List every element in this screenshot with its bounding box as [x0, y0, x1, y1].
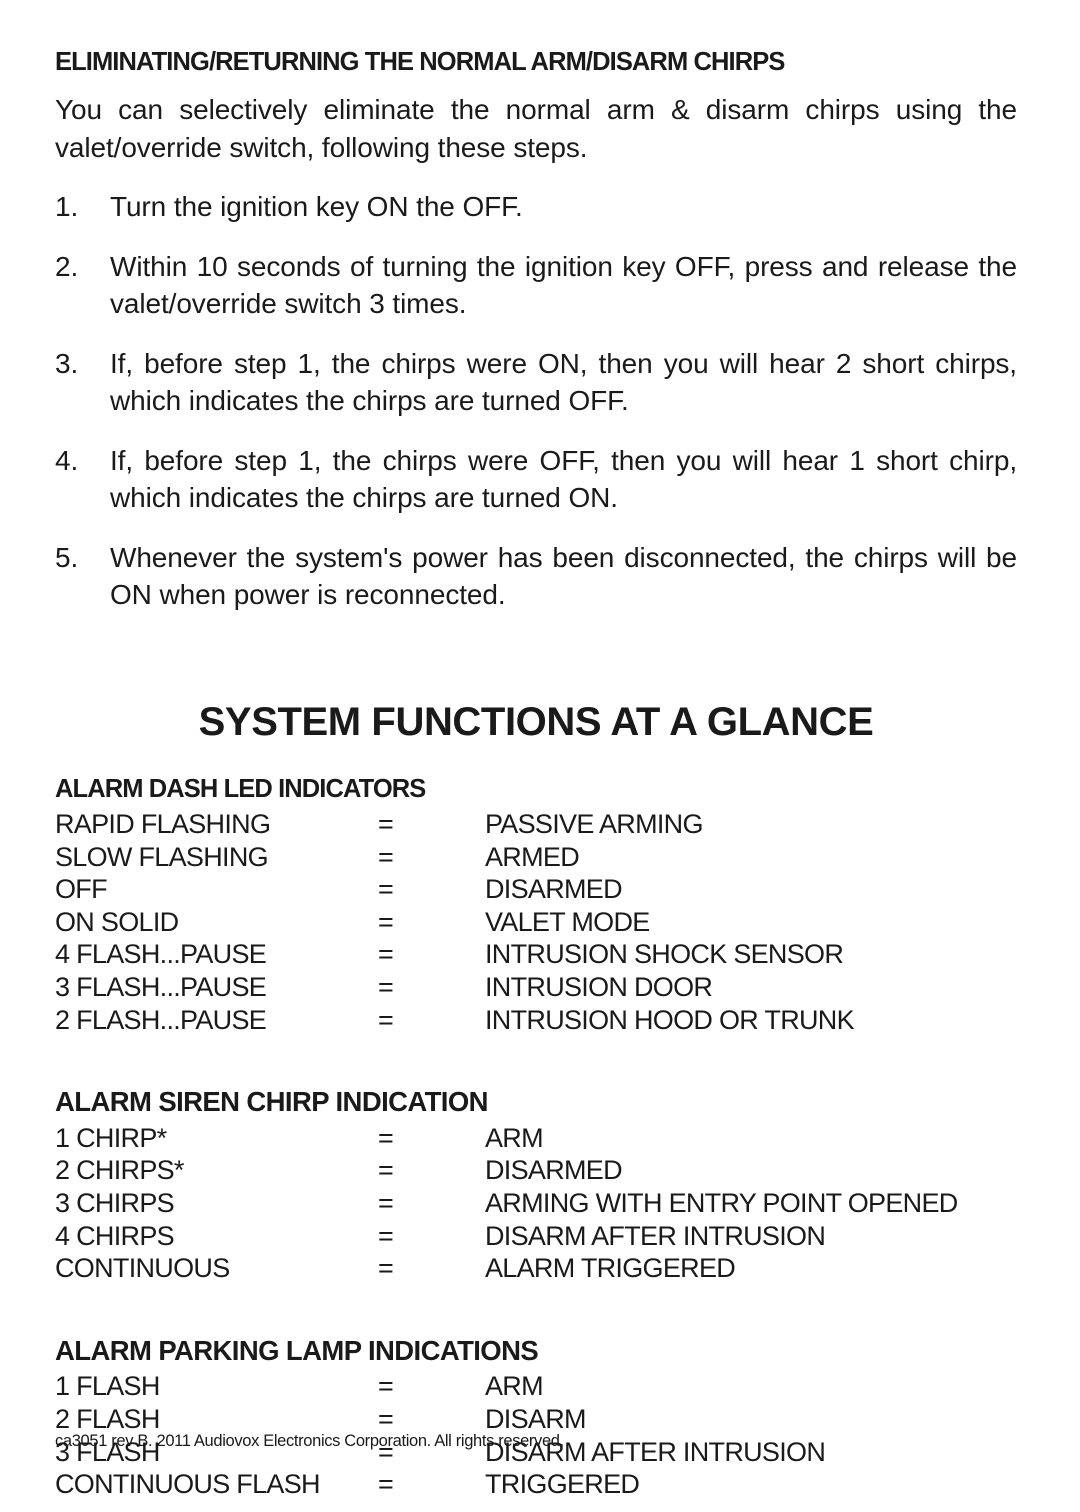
indicator-label: RAPID FLASHING	[55, 809, 271, 840]
table-alarm-parking-lamp-indications: ALARM PARKING LAMP INDICATIONS 1 FLASH =…	[55, 1285, 1017, 1501]
page-content: ELIMINATING/RETURNING THE NORMAL ARM/DIS…	[55, 0, 1017, 1501]
table-row: 2 FLASH...PAUSE = INTRUSION HOOD OR TRUN…	[55, 1004, 1017, 1037]
equals-sign: =	[378, 1122, 394, 1153]
indicator-label: 2 FLASH...PAUSE	[55, 1004, 267, 1035]
table-row: CONTINUOUS = ALARM TRIGGERED	[55, 1252, 1017, 1285]
list-item: 3. If, before step 1, the chirps were ON…	[55, 345, 1017, 420]
list-item: 5. Whenever the system's power has been …	[55, 539, 1017, 614]
table-row: SLOW FLASHING = ARMED	[55, 841, 1017, 874]
indicator-meaning: ALARM TRIGGERED	[485, 1253, 736, 1284]
indicator-meaning: ARMING WITH ENTRY POINT OPENED	[485, 1188, 958, 1218]
step-text: Whenever the system's power has been dis…	[110, 541, 1017, 611]
equals-sign: =	[378, 1188, 394, 1218]
indicator-meaning: DISARM	[485, 1404, 587, 1434]
indicator-meaning: PASSIVE ARMING	[485, 809, 703, 840]
table-row: 4 CHIRPS = DISARM AFTER INTRUSION	[55, 1220, 1017, 1253]
table-row: 3 FLASH...PAUSE = INTRUSION DOOR	[55, 971, 1017, 1004]
indicator-meaning: DISARM AFTER INTRUSION	[485, 1436, 826, 1467]
footer-copyright: ca3051 rev B. 2011 Audiovox Electronics …	[55, 1432, 564, 1450]
equals-sign: =	[378, 1004, 394, 1035]
equals-sign: =	[378, 1371, 394, 1402]
indicator-label: 1 FLASH	[55, 1371, 160, 1402]
table-heading: ALARM DASH LED INDICATORS	[55, 774, 426, 803]
step-text: If, before step 1, the chirps were ON, t…	[110, 347, 1017, 417]
equals-sign: =	[378, 1469, 394, 1500]
table-heading: ALARM SIREN CHIRP INDICATION	[55, 1086, 488, 1118]
equals-sign: =	[378, 841, 394, 872]
step-number: 4.	[55, 444, 79, 476]
indicator-meaning: DISARMED	[485, 874, 623, 905]
indicator-label: 4 CHIRPS	[55, 1220, 175, 1251]
indicator-label: 2 CHIRPS*	[55, 1155, 184, 1186]
step-number: 2.	[55, 250, 79, 282]
indicator-meaning: INTRUSION HOOD OR TRUNK	[485, 1004, 855, 1035]
table-row: ON SOLID = VALET MODE	[55, 906, 1017, 939]
indicator-meaning: ARM	[485, 1122, 544, 1153]
step-number: 5.	[55, 541, 79, 573]
list-item: 2. Within 10 seconds of turning the igni…	[55, 248, 1017, 323]
page-title-system-functions: SYSTEM FUNCTIONS AT A GLANCE	[198, 699, 874, 744]
indicator-meaning: VALET MODE	[485, 906, 650, 937]
indicator-meaning: ARMED	[485, 841, 580, 872]
table-row: CONTINUOUS FLASH = TRIGGERED	[55, 1468, 1017, 1501]
indicator-meaning: INTRUSION DOOR	[485, 972, 713, 1002]
indicator-label: 3 FLASH...PAUSE	[55, 972, 267, 1002]
table-row: RAPID FLASHING = PASSIVE ARMING	[55, 808, 1017, 841]
steps-list: 1. Turn the ignition key ON the OFF. 2. …	[55, 188, 1017, 614]
indicator-label: 1 CHIRP*	[55, 1122, 167, 1153]
step-number: 3.	[55, 347, 79, 379]
table-row: 1 FLASH = ARM	[55, 1370, 1017, 1403]
step-text: If, before step 1, the chirps were OFF, …	[110, 444, 1017, 514]
table-row: 2 CHIRPS* = DISARMED	[55, 1154, 1017, 1187]
indicator-meaning: DISARM AFTER INTRUSION	[485, 1220, 826, 1251]
indicator-meaning: DISARMED	[485, 1155, 623, 1186]
list-item: 1. Turn the ignition key ON the OFF.	[55, 188, 1017, 226]
equals-sign: =	[378, 1253, 394, 1284]
equals-sign: =	[378, 874, 394, 905]
section-heading-eliminating-chirps: ELIMINATING/RETURNING THE NORMAL ARM/DIS…	[55, 48, 785, 76]
table-row: 2 FLASH = DISARM	[55, 1403, 1017, 1436]
table-alarm-dash-led-indicators: ALARM DASH LED INDICATORS RAPID FLASHING…	[55, 744, 1017, 1036]
table-row: 3 CHIRPS = ARMING WITH ENTRY POINT OPENE…	[55, 1187, 1017, 1220]
equals-sign: =	[378, 972, 394, 1002]
equals-sign: =	[378, 1220, 394, 1251]
indicator-meaning: TRIGGERED	[485, 1469, 640, 1500]
document-page: ELIMINATING/RETURNING THE NORMAL ARM/DIS…	[0, 0, 1080, 1512]
table-row: 1 CHIRP* = ARM	[55, 1122, 1017, 1155]
table-alarm-siren-chirp-indication: ALARM SIREN CHIRP INDICATION 1 CHIRP* = …	[55, 1036, 1017, 1285]
indicator-label: 4 FLASH...PAUSE	[55, 939, 267, 970]
equals-sign: =	[378, 906, 394, 937]
indicator-label: 2 FLASH	[55, 1404, 160, 1434]
indicator-meaning: ARM	[485, 1371, 544, 1402]
table-heading: ALARM PARKING LAMP INDICATIONS	[55, 1334, 539, 1366]
list-item: 4. If, before step 1, the chirps were OF…	[55, 442, 1017, 517]
equals-sign: =	[378, 939, 394, 970]
indicator-label: CONTINUOUS	[55, 1253, 230, 1284]
step-text: Turn the ignition key ON the OFF.	[110, 191, 523, 223]
indicator-label: CONTINUOUS FLASH	[55, 1469, 321, 1500]
equals-sign: =	[378, 1404, 394, 1434]
step-text: Within 10 seconds of turning the ignitio…	[110, 250, 1017, 320]
equals-sign: =	[378, 1155, 394, 1186]
table-row: OFF = DISARMED	[55, 873, 1017, 906]
indicator-label: 3 CHIRPS	[55, 1188, 175, 1218]
indicator-label: OFF	[55, 874, 108, 905]
equals-sign: =	[378, 809, 394, 840]
intro-paragraph: You can selectively eliminate the normal…	[55, 94, 1017, 163]
indicator-label: SLOW FLASHING	[55, 841, 269, 872]
table-row: 4 FLASH...PAUSE = INTRUSION SHOCK SENSOR	[55, 938, 1017, 971]
step-number: 1.	[55, 191, 79, 223]
indicator-label: ON SOLID	[55, 906, 179, 937]
indicator-meaning: INTRUSION SHOCK SENSOR	[485, 939, 844, 970]
